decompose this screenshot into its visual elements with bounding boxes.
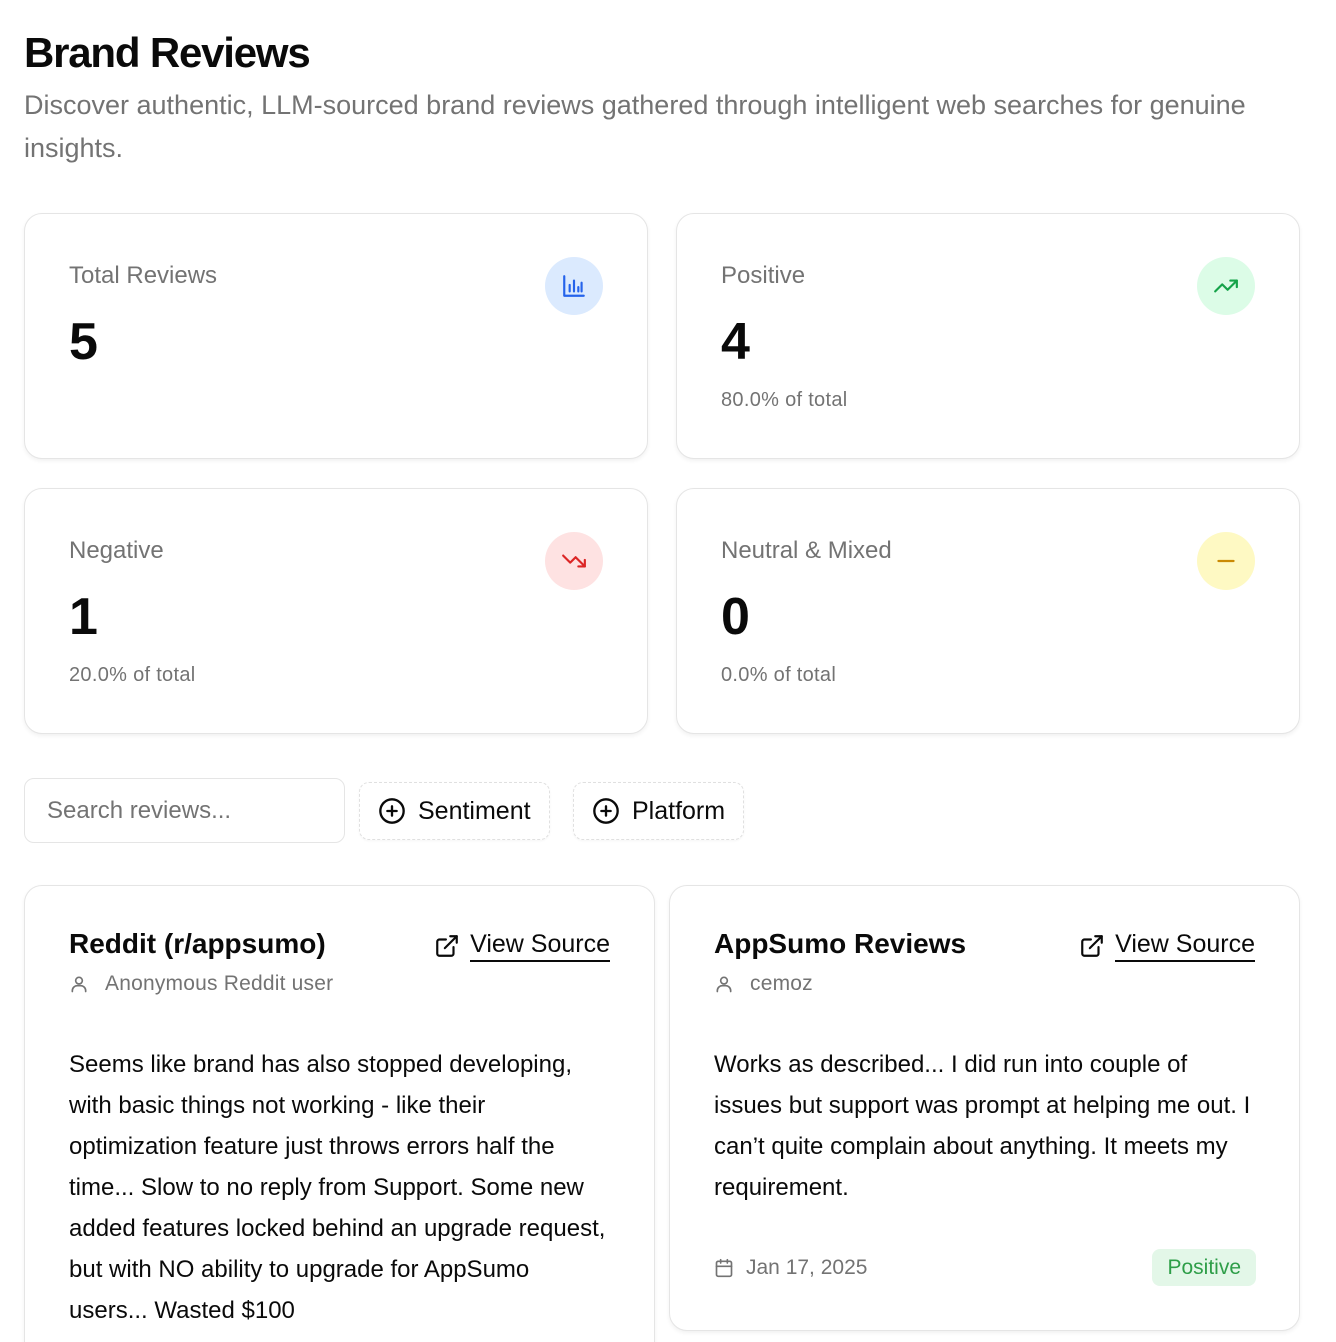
stat-card-positive: Positive 4 80.0% of total (676, 213, 1300, 459)
review-card: Reddit (r/appsumo) View Source Anonymous… (24, 885, 655, 1342)
plus-circle-icon (593, 798, 619, 824)
view-source-label: View Source (1115, 930, 1255, 962)
page-title: Brand Reviews (24, 29, 311, 76)
user-icon (716, 976, 732, 993)
stat-value: 0 (721, 588, 750, 646)
minus-icon (1197, 532, 1255, 590)
review-author: cemoz (714, 972, 813, 996)
review-author: Anonymous Reddit user (69, 972, 333, 996)
external-link-icon (436, 935, 458, 957)
page-subtitle: Discover authentic, LLM-sourced brand re… (24, 90, 1246, 163)
sentiment-filter-label: Sentiment (418, 796, 531, 825)
stat-percentage: 0.0% of total (721, 664, 837, 686)
stat-label: Positive (721, 262, 806, 289)
stat-card-negative: Negative 1 20.0% of total (24, 488, 648, 734)
calendar-icon (715, 1258, 733, 1278)
stat-card-neutral: Neutral & Mixed 0 0.0% of total (676, 488, 1300, 734)
review-platform: Reddit (r/appsumo) (69, 928, 326, 959)
stat-percentage: 80.0% of total (721, 389, 848, 411)
sentiment-badge: Positive (1152, 1249, 1256, 1286)
sentiment-filter-button[interactable]: Sentiment (359, 782, 550, 840)
stat-label: Neutral & Mixed (721, 537, 892, 564)
review-platform: AppSumo Reviews (714, 928, 967, 959)
view-source-label: View Source (470, 930, 610, 962)
trending-down-icon (545, 532, 603, 590)
review-date: Jan 17, 2025 (714, 1256, 867, 1280)
review-body: Seems like brand has also stopped develo… (69, 1051, 606, 1324)
review-date-text: Jan 17, 2025 (746, 1256, 868, 1279)
trending-up-icon (1197, 257, 1255, 315)
external-link-icon (1081, 935, 1103, 957)
review-author-name: cemoz (750, 972, 813, 995)
plus-circle-icon (379, 798, 405, 824)
view-source-link[interactable]: View Source (1079, 930, 1255, 962)
stat-label: Total Reviews (69, 262, 218, 289)
stat-percentage: 20.0% of total (69, 664, 196, 686)
review-body: Works as described... I did run into cou… (714, 1051, 1251, 1201)
bar-chart-icon (545, 257, 603, 315)
stat-value: 5 (69, 313, 98, 371)
stat-label: Negative (69, 537, 164, 564)
view-source-link[interactable]: View Source (434, 930, 610, 962)
stat-value: 4 (721, 313, 750, 371)
user-icon (71, 976, 87, 993)
stat-value: 1 (69, 588, 98, 646)
platform-filter-button[interactable]: Platform (573, 782, 745, 840)
stat-card-total: Total Reviews 5 (24, 213, 648, 459)
search-input[interactable] (24, 778, 345, 843)
review-author-name: Anonymous Reddit user (105, 972, 334, 995)
review-card: AppSumo Reviews View Source cemoz Works … (669, 885, 1300, 1331)
platform-filter-label: Platform (632, 796, 726, 825)
